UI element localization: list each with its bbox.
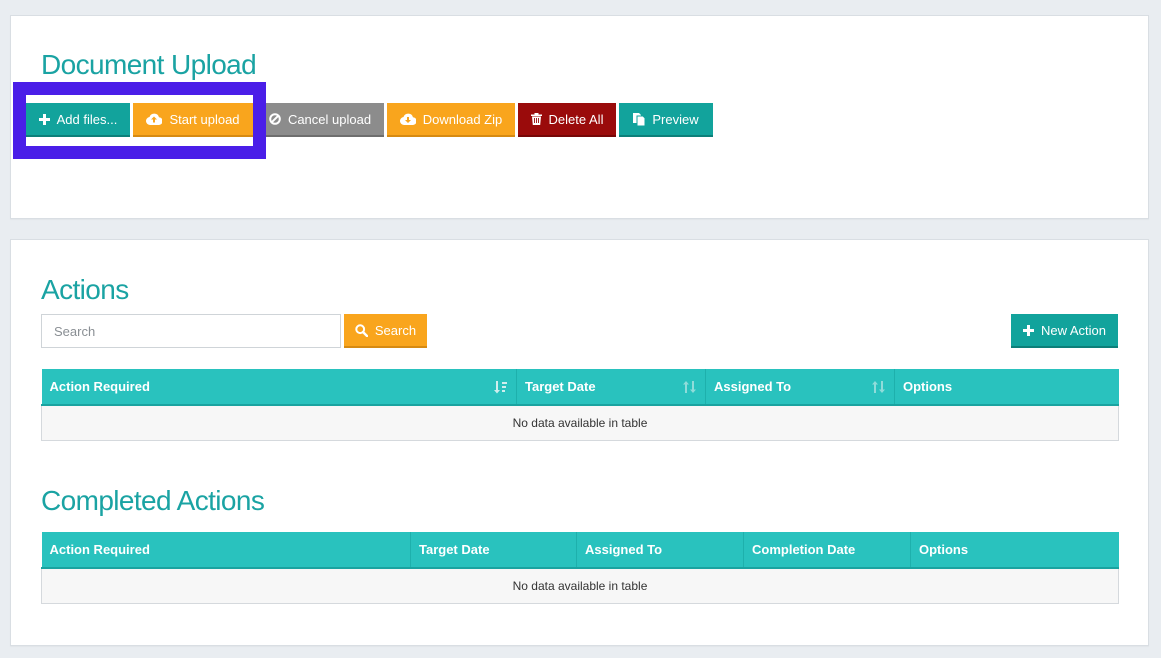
actions-table-header: Action Required Target Date Assigned To … [41,369,1119,406]
sort-icon [872,381,885,393]
download-zip-button[interactable]: Download Zip [387,103,515,137]
plus-icon [1022,324,1034,336]
download-zip-label: Download Zip [422,111,503,127]
actions-title: Actions [41,274,129,305]
ban-icon [269,113,281,125]
cloud-download-icon [399,113,416,125]
plus-icon [38,113,50,125]
column-target-date[interactable]: Target Date [516,369,706,406]
new-action-button[interactable]: New Action [1011,314,1118,348]
table-row: No data available in table [41,568,1119,604]
copy-icon [633,112,646,126]
cancel-upload-button[interactable]: Cancel upload [256,103,384,137]
search-button[interactable]: Search [344,314,427,348]
table-row: No data available in table [41,405,1119,441]
actions-panel: Actions Search New Action Action Require… [10,239,1149,646]
sort-icon [494,381,507,394]
empty-message: No data available in table [41,568,1119,604]
column-action-required: Action Required [41,532,411,569]
column-completion-date: Completion Date [743,532,911,569]
new-action-label: New Action [1040,322,1107,338]
document-upload-panel: Document Upload Add files... Start uploa… [10,15,1149,219]
column-assigned-to: Assigned To [576,532,744,569]
search-icon [355,323,368,337]
preview-label: Preview [652,111,699,127]
completed-actions-table: Action Required Target Date Assigned To … [41,532,1119,604]
add-files-label: Add files... [56,111,118,127]
trash-icon [530,113,542,125]
column-assigned-to[interactable]: Assigned To [705,369,895,406]
actions-table: Action Required Target Date Assigned To … [41,369,1119,441]
cancel-upload-label: Cancel upload [287,111,372,127]
search-input[interactable] [41,314,341,348]
completed-table-header: Action Required Target Date Assigned To … [41,532,1119,569]
start-upload-label: Start upload [169,111,240,127]
delete-all-label: Delete All [548,111,604,127]
column-action-required[interactable]: Action Required [41,369,517,406]
document-upload-title: Document Upload [41,49,257,80]
delete-all-button[interactable]: Delete All [518,103,616,137]
preview-button[interactable]: Preview [619,103,713,137]
search-button-label: Search [374,322,417,338]
start-upload-button[interactable]: Start upload [133,103,253,137]
completed-actions-title: Completed Actions [41,485,265,516]
column-options: Options [910,532,1119,569]
column-options: Options [894,369,1119,406]
sort-icon [683,381,696,393]
column-target-date: Target Date [410,532,577,569]
cloud-upload-icon [146,113,163,125]
empty-message: No data available in table [41,405,1119,441]
add-files-button[interactable]: Add files... [26,103,130,137]
